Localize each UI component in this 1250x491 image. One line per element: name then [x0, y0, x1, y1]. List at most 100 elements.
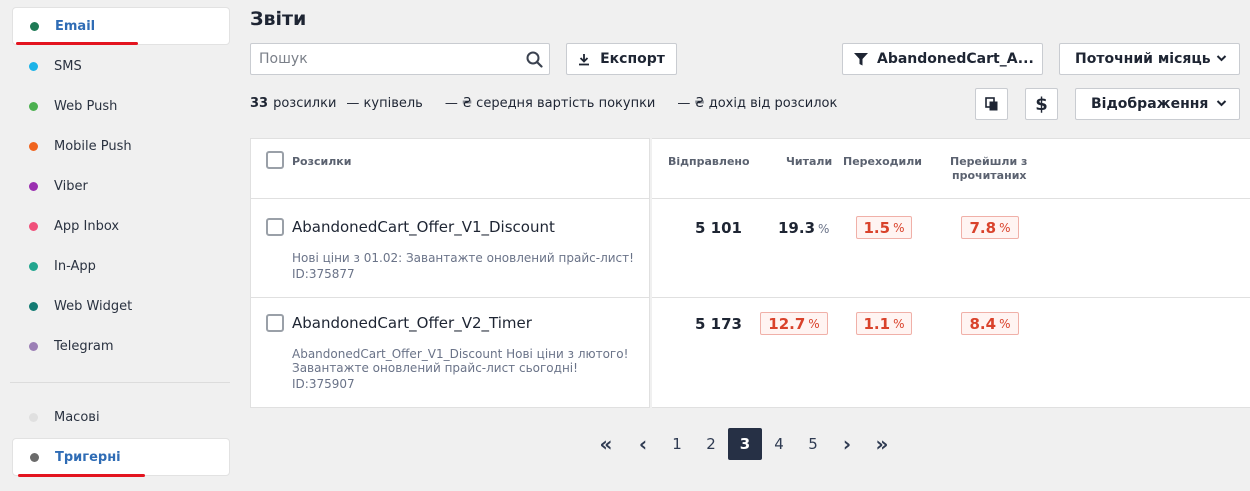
- prev-page-button[interactable]: ‹: [632, 428, 654, 460]
- last-page-button[interactable]: »: [870, 428, 894, 460]
- period-label: Поточний місяць: [1075, 51, 1211, 67]
- copy-button[interactable]: [975, 88, 1008, 120]
- column-header-read[interactable]: Читали: [786, 155, 832, 168]
- click-rate-value: 1.5: [863, 218, 891, 237]
- sidebar-item-label: Масові: [54, 409, 100, 425]
- mobile-push-dot-icon: [29, 141, 38, 151]
- web-widget-dot-icon: [29, 301, 38, 311]
- chevron-down-icon: [1216, 99, 1227, 107]
- summary-bar: 33 розсилки — купівель — ₴ середня варті…: [250, 96, 837, 111]
- campaign-id: ID:375877: [292, 267, 355, 281]
- sidebar-item-label: Web Push: [54, 98, 118, 114]
- percent-unit: %: [999, 220, 1011, 235]
- chevron-left-icon: ‹: [638, 432, 648, 456]
- campaign-subject-line2: Завантажте оновлений прайс-лист сьогодні…: [292, 361, 578, 375]
- sidebar-item-label: App Inbox: [54, 218, 120, 234]
- percent-unit: %: [999, 316, 1011, 331]
- column-header-clicked-of-read[interactable]: Перейшли з: [950, 155, 1027, 168]
- page-button-1[interactable]: 1: [660, 428, 694, 460]
- page-button-5[interactable]: 5: [796, 428, 830, 460]
- funnel-icon: [853, 52, 869, 67]
- select-all-checkbox[interactable]: [266, 151, 284, 169]
- click-rate-badge: 1.1%: [856, 312, 912, 335]
- header-divider: [652, 198, 1250, 199]
- sidebar-item-label: Telegram: [54, 338, 114, 354]
- download-icon: [578, 53, 590, 66]
- campaign-filter-button[interactable]: AbandonedCart_A...: [842, 43, 1043, 75]
- percent-unit: %: [818, 222, 830, 236]
- click-of-read-badge: 8.4%: [961, 312, 1019, 335]
- column-header-clicked-of-read-line2[interactable]: прочитаних: [952, 169, 1027, 182]
- sidebar-item-email[interactable]: Email: [12, 7, 230, 45]
- sidebar-item-mobile-push[interactable]: Mobile Push: [12, 127, 230, 165]
- search-icon[interactable]: [519, 51, 549, 68]
- mass-dot-icon: [29, 412, 38, 422]
- page-title: Звіти: [250, 8, 307, 30]
- campaign-subject: Нові ціни з 01.02: Завантажте оновлений …: [292, 251, 634, 265]
- sidebar-item-label: SMS: [54, 58, 82, 74]
- next-page-button[interactable]: ›: [836, 428, 858, 460]
- sidebar-item-label: Тригерні: [55, 449, 121, 465]
- currency-button[interactable]: $: [1025, 88, 1058, 120]
- page-button-4[interactable]: 4: [762, 428, 796, 460]
- sidebar-item-in-app[interactable]: In-App: [12, 247, 230, 285]
- row-checkbox[interactable]: [266, 218, 284, 236]
- sidebar-item-web-widget[interactable]: Web Widget: [12, 287, 230, 325]
- read-rate: 19.3%: [778, 219, 829, 237]
- campaign-name[interactable]: AbandonedCart_Offer_V2_Timer: [292, 314, 532, 332]
- period-select[interactable]: Поточний місяць: [1059, 43, 1240, 75]
- export-button[interactable]: Експорт: [566, 43, 677, 75]
- active-underline: [18, 474, 145, 477]
- telegram-dot-icon: [29, 341, 38, 351]
- sidebar-item-label: Mobile Push: [54, 138, 132, 154]
- click-of-read-value: 8.4: [969, 314, 997, 333]
- search-box: [250, 43, 550, 75]
- first-page-button[interactable]: «: [594, 428, 618, 460]
- view-select[interactable]: Відображення: [1075, 88, 1240, 120]
- avg-value-stat: — ₴ середня вартість покупки: [444, 96, 656, 111]
- copy-icon: [984, 97, 999, 111]
- sidebar-item-label: Email: [55, 18, 96, 34]
- double-chevron-right-icon: »: [875, 432, 889, 456]
- search-input[interactable]: [251, 44, 519, 74]
- sidebar-item-sms[interactable]: SMS: [12, 47, 230, 85]
- sidebar-item-telegram[interactable]: Telegram: [12, 327, 230, 365]
- percent-unit: %: [808, 316, 820, 331]
- read-rate-value: 19.3: [778, 219, 816, 237]
- campaign-name[interactable]: AbandonedCart_Offer_V1_Discount: [292, 218, 555, 236]
- sidebar-item-triggered[interactable]: Тригерні: [12, 438, 230, 476]
- row-divider: [652, 297, 1250, 298]
- click-of-read-value: 7.8: [969, 218, 997, 237]
- percent-unit: %: [893, 316, 905, 331]
- sidebar-divider: [10, 382, 230, 383]
- triggered-dot-icon: [30, 452, 39, 462]
- row-checkbox[interactable]: [266, 314, 284, 332]
- sidebar-item-label: Viber: [54, 178, 88, 194]
- row-divider: [250, 297, 650, 298]
- click-rate-value: 1.1: [863, 314, 891, 333]
- page-button-3[interactable]: 3: [728, 428, 762, 460]
- sms-dot-icon: [29, 61, 38, 71]
- sidebar-item-label: In-App: [54, 258, 96, 274]
- sidebar-item-app-inbox[interactable]: App Inbox: [12, 207, 230, 245]
- campaign-id: ID:375907: [292, 377, 355, 391]
- chevron-down-icon: [1216, 54, 1227, 62]
- sidebar-item-label: Web Widget: [54, 298, 133, 314]
- web-push-dot-icon: [29, 101, 38, 111]
- sidebar-item-mass[interactable]: Масові: [12, 398, 230, 436]
- revenue-stat: — ₴ дохід від розсилок: [677, 96, 838, 111]
- column-header-sent[interactable]: Відправлено: [668, 155, 750, 168]
- sidebar-item-web-push[interactable]: Web Push: [12, 87, 230, 125]
- purchases-stat: — купівель: [346, 96, 423, 111]
- header-divider: [250, 198, 650, 199]
- column-header-clicked[interactable]: Переходили: [843, 155, 922, 168]
- dollar-icon: $: [1035, 93, 1048, 115]
- sent-value: 5 101: [695, 219, 742, 237]
- filter-label: AbandonedCart_A...: [877, 51, 1034, 67]
- in-app-dot-icon: [29, 261, 38, 271]
- read-rate-badge: 12.7%: [760, 312, 828, 335]
- page-button-2[interactable]: 2: [694, 428, 728, 460]
- sidebar-item-viber[interactable]: Viber: [12, 167, 230, 205]
- column-header-campaigns[interactable]: Розсилки: [292, 155, 351, 168]
- campaign-count: 33: [250, 96, 269, 111]
